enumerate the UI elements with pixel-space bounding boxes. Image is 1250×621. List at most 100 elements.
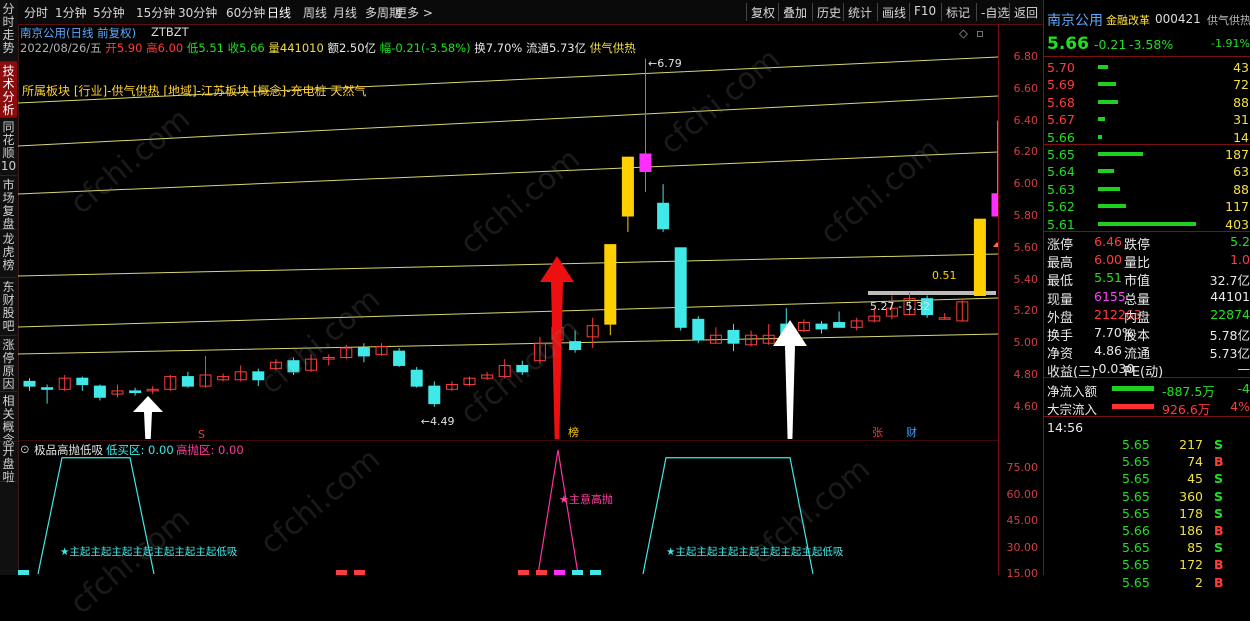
left-tab[interactable]: 同花顺10 — [0, 118, 17, 176]
left-tab[interactable]: 分时走势 — [0, 0, 17, 62]
candle[interactable] — [358, 348, 369, 356]
candle[interactable] — [693, 319, 704, 340]
candle[interactable] — [640, 154, 651, 171]
tick-price: 5.65 — [1122, 471, 1150, 486]
toolbar-button[interactable]: 叠加 — [783, 4, 807, 21]
candle[interactable] — [974, 219, 985, 295]
candle[interactable] — [77, 378, 88, 384]
bids-row[interactable]: 5.6388 — [1044, 181, 1250, 199]
bids-row[interactable]: 5.61403 — [1044, 216, 1250, 234]
tick-direction: S — [1214, 489, 1223, 504]
flow-pct: -4 — [1238, 381, 1250, 396]
candle[interactable] — [42, 388, 53, 390]
period-tab[interactable]: 分时 — [24, 4, 48, 21]
stat-value: 32.7亿 — [1210, 270, 1250, 289]
asks-row[interactable]: 5.7043 — [1044, 59, 1250, 77]
candle[interactable] — [728, 330, 739, 343]
stat-value: 7.70% — [1094, 325, 1122, 340]
toolbar-button[interactable]: 返回 — [1014, 4, 1038, 21]
tick-direction: S — [1214, 506, 1223, 521]
bids-volume-bar — [1098, 222, 1196, 226]
tick-price: 5.65 — [1122, 454, 1150, 469]
period-tab[interactable]: 60分钟 — [226, 4, 265, 21]
chart-area[interactable]: ←6.79←4.495.27 - 5.320.51S榜张财 南京公用(日线 前复… — [18, 24, 998, 575]
indicator-bar — [590, 570, 601, 575]
stat-label: 流通 — [1124, 343, 1150, 362]
asks-volume-bar — [1098, 82, 1116, 86]
left-tab[interactable]: 龙虎榜 — [0, 230, 17, 278]
candle[interactable] — [130, 391, 141, 393]
candle[interactable] — [834, 323, 845, 328]
toolbar-button[interactable]: F10 — [914, 4, 936, 18]
bids-row[interactable]: 5.65187 — [1044, 146, 1250, 164]
bids-row[interactable]: 5.6463 — [1044, 163, 1250, 181]
toolbar-button[interactable]: 复权 — [751, 4, 775, 21]
period-tab[interactable]: 月线 — [333, 4, 357, 21]
period-tab[interactable]: 5分钟 — [93, 4, 125, 21]
flow-bar — [1112, 404, 1154, 409]
indicator-toggle-icon[interactable]: ⊙ — [20, 442, 30, 456]
indicator-tick: 30.00 — [1007, 541, 1039, 554]
stat-value: 5.2 — [1230, 234, 1250, 249]
candle[interactable] — [394, 351, 405, 365]
toolbar-button[interactable]: 标记 — [946, 4, 970, 21]
tick-price: 5.65 — [1122, 437, 1150, 452]
stat-value: 212263 — [1094, 307, 1122, 322]
asks-row[interactable]: 5.6614 — [1044, 129, 1250, 147]
indicator-tick: 75.00 — [1007, 461, 1039, 474]
asks-row[interactable]: 5.6888 — [1044, 94, 1250, 112]
period-tab[interactable]: 15分钟 — [136, 4, 175, 21]
tick-row: 5.652B — [1044, 574, 1250, 592]
toolbar-divider — [976, 3, 977, 21]
asks-price: 5.66 — [1047, 130, 1075, 145]
diamond-icon[interactable]: ◇ — [959, 26, 968, 40]
sector-pct: -1.91% — [1211, 37, 1250, 50]
toolbar-divider — [778, 3, 779, 21]
left-tab[interactable]: 东财股吧 — [0, 278, 17, 336]
toolbar-divider — [1009, 3, 1010, 21]
candle[interactable] — [658, 203, 669, 228]
candle[interactable] — [182, 377, 193, 387]
period-tab[interactable]: 更多 > — [395, 4, 433, 21]
bids-price: 5.61 — [1047, 217, 1075, 232]
left-tab[interactable]: 涨停原因 — [0, 336, 17, 392]
high-zone-line — [538, 450, 578, 574]
asks-row[interactable]: 5.6972 — [1044, 76, 1250, 94]
candle[interactable] — [94, 386, 105, 397]
expand-icon[interactable]: ▫ — [976, 26, 984, 40]
stat-value: 22874 — [1210, 307, 1250, 322]
candle[interactable] — [429, 386, 440, 403]
toolbar-button[interactable]: 画线 — [882, 4, 906, 21]
flow-row: 净流入额-887.5万-4 — [1044, 380, 1250, 398]
left-tab[interactable]: 开盘啦 — [0, 442, 17, 482]
price-tick: 6.60 — [1014, 82, 1039, 95]
candle[interactable] — [24, 381, 35, 386]
stats-row: 净资4.86流通5.73亿 — [1044, 342, 1250, 360]
toolbar-button[interactable]: -自选 — [981, 4, 1009, 21]
toolbar-button[interactable]: 统计 — [848, 4, 872, 21]
stat-label: 收益(三) — [1047, 361, 1096, 380]
candle[interactable] — [605, 245, 616, 325]
candle[interactable] — [411, 370, 422, 386]
left-tab[interactable]: 相关概念 — [0, 392, 17, 442]
period-tab[interactable]: 30分钟 — [178, 4, 217, 21]
tick-row: 5.65178S — [1044, 505, 1250, 523]
indicator-name[interactable]: 极品高抛低吸 — [34, 442, 103, 458]
tick-price: 5.65 — [1122, 506, 1150, 521]
stat-value: 5.73亿 — [1210, 343, 1250, 362]
candle[interactable] — [622, 157, 633, 216]
candle[interactable] — [675, 248, 686, 327]
tick-direction: B — [1214, 454, 1224, 469]
period-tab[interactable]: 周线 — [303, 4, 327, 21]
stats-row: 现量6155总量44101 — [1044, 288, 1250, 306]
candle[interactable] — [816, 324, 827, 329]
asks-row[interactable]: 5.6731 — [1044, 111, 1250, 129]
left-tab[interactable]: 市场复盘 — [0, 176, 17, 230]
bids-row[interactable]: 5.62117 — [1044, 198, 1250, 216]
asks-volume: 88 — [1233, 95, 1249, 110]
toolbar-button[interactable]: 历史 — [817, 4, 841, 21]
period-tab[interactable]: 1分钟 — [55, 4, 87, 21]
period-tab[interactable]: 日线 — [267, 4, 291, 21]
marker-zhang: 张 — [872, 426, 883, 439]
left-tab[interactable]: 技术分析 — [0, 62, 17, 118]
